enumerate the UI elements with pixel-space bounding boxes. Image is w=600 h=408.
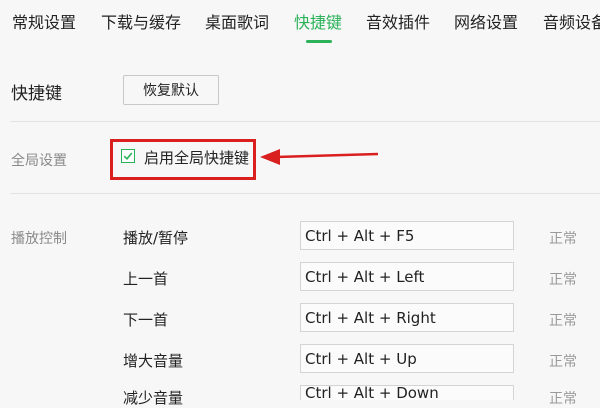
shortcuts-section-title: 快捷键 [11, 84, 62, 104]
shortcut-key-field[interactable] [300, 344, 514, 373]
section-divider [10, 121, 600, 122]
global-settings-label: 全局设置 [11, 153, 67, 169]
shortcut-key-field[interactable] [300, 221, 514, 250]
shortcut-status: 正常 [549, 231, 577, 247]
shortcut-action-label: 下一首 [123, 311, 169, 329]
shortcut-action-label: 减少音量 [123, 389, 184, 407]
tab-desktop-lyrics[interactable]: 桌面歌词 [205, 0, 269, 46]
shortcut-key-field[interactable] [300, 303, 514, 332]
shortcut-status: 正常 [549, 391, 577, 407]
tab-network-settings[interactable]: 网络设置 [454, 0, 518, 46]
shortcut-action-label: 上一首 [123, 270, 169, 288]
tab-general-settings[interactable]: 常规设置 [12, 0, 76, 46]
restore-default-button[interactable]: 恢复默认 [123, 75, 219, 105]
shortcut-status: 正常 [549, 272, 577, 288]
section-divider [10, 193, 600, 194]
enable-global-shortcuts-checkbox[interactable] [121, 149, 135, 163]
shortcut-key-field[interactable] [300, 385, 514, 400]
active-tab-indicator [306, 40, 332, 43]
shortcut-action-label: 播放/暂停 [123, 229, 189, 247]
shortcut-action-label: 增大音量 [123, 352, 184, 370]
annotation-arrow-icon [260, 149, 379, 165]
tab-audio-effects-plugins[interactable]: 音效插件 [366, 0, 430, 46]
shortcut-status: 正常 [549, 354, 577, 370]
tab-download-cache[interactable]: 下载与缓存 [101, 0, 181, 46]
shortcut-status: 正常 [549, 313, 577, 329]
tab-audio-device[interactable]: 音频设备 [543, 0, 600, 46]
enable-global-shortcuts-label[interactable]: 启用全局快捷键 [144, 147, 249, 168]
playback-control-label: 播放控制 [11, 231, 67, 247]
shortcut-key-field[interactable] [300, 262, 514, 291]
settings-tab-bar: 常规设置 下载与缓存 桌面歌词 快捷键 音效插件 网络设置 音频设备 [0, 0, 600, 50]
checkmark-icon [123, 152, 133, 160]
